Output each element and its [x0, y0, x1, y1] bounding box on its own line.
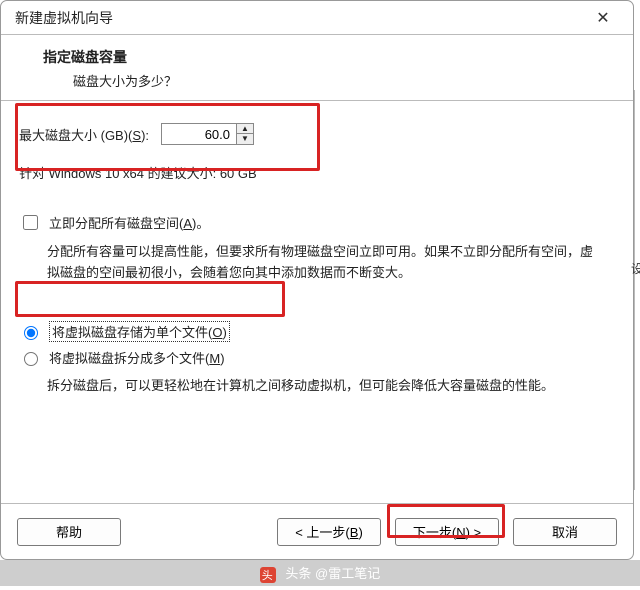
titlebar: 新建虚拟机向导 ✕: [1, 1, 633, 35]
disk-size-input[interactable]: [162, 124, 236, 144]
background-window-sliver: 设: [634, 90, 640, 490]
recommended-size-text: 针对 Windows 10 x64 的建议大小: 60 GB: [19, 163, 615, 182]
store-split-files-label[interactable]: 将虚拟磁盘拆分成多个文件(M): [49, 348, 225, 367]
spinner-down-icon[interactable]: ▼: [237, 134, 253, 144]
peeking-text: 设: [631, 260, 640, 277]
allocate-now-row: 立即分配所有磁盘空间(A)。: [19, 212, 615, 233]
next-button[interactable]: 下一步(N) >: [395, 518, 499, 546]
highlight-single-file: [15, 281, 285, 317]
spinner-up-icon[interactable]: ▲: [237, 124, 253, 134]
back-button[interactable]: < 上一步(B): [277, 518, 381, 546]
page-subheading: 磁盘大小为多少？: [73, 71, 615, 90]
allocate-now-checkbox[interactable]: [23, 215, 38, 230]
button-bar: 帮助 < 上一步(B) 下一步(N) > 取消: [1, 503, 633, 559]
help-button[interactable]: 帮助: [17, 518, 121, 546]
store-single-file-label[interactable]: 将虚拟磁盘存储为单个文件(O): [49, 321, 230, 342]
disk-size-spinner[interactable]: ▲ ▼: [161, 123, 254, 145]
close-button[interactable]: ✕: [583, 4, 623, 32]
watermark-logo-icon: [260, 567, 276, 583]
allocate-now-label[interactable]: 立即分配所有磁盘空间(A)。: [49, 213, 209, 232]
disk-size-row: 最大磁盘大小 (GB)(S): ▲ ▼: [19, 123, 615, 145]
new-vm-wizard-dialog: 新建虚拟机向导 ✕ 指定磁盘容量 磁盘大小为多少？ 最大磁盘大小 (GB)(S)…: [0, 0, 634, 560]
wizard-header: 指定磁盘容量 磁盘大小为多少？: [1, 35, 633, 101]
store-split-files-row: 将虚拟磁盘拆分成多个文件(M): [19, 345, 615, 370]
wizard-body: 最大磁盘大小 (GB)(S): ▲ ▼ 针对 Windows 10 x64 的建…: [1, 101, 633, 407]
cancel-button[interactable]: 取消: [513, 518, 617, 546]
watermark: 头条 @雷工笔记: [0, 560, 640, 586]
store-single-file-radio[interactable]: [24, 326, 38, 340]
close-icon: ✕: [596, 8, 609, 28]
storage-mode-group: 将虚拟磁盘存储为单个文件(O) 将虚拟磁盘拆分成多个文件(M) 拆分磁盘后，可以…: [19, 318, 615, 397]
page-heading: 指定磁盘容量: [43, 47, 615, 67]
watermark-text: 头条 @雷工笔记: [285, 566, 380, 581]
store-split-description: 拆分磁盘后，可以更轻松地在计算机之间移动虚拟机，但可能会降低大容量磁盘的性能。: [47, 376, 605, 397]
disk-size-label: 最大磁盘大小 (GB)(S):: [19, 125, 149, 144]
store-split-files-radio[interactable]: [24, 352, 38, 366]
allocate-now-description: 分配所有容量可以提高性能，但要求所有物理磁盘空间立即可用。如果不立即分配所有空间…: [47, 241, 605, 284]
store-single-file-row: 将虚拟磁盘存储为单个文件(O): [19, 318, 615, 345]
window-title: 新建虚拟机向导: [15, 8, 583, 28]
